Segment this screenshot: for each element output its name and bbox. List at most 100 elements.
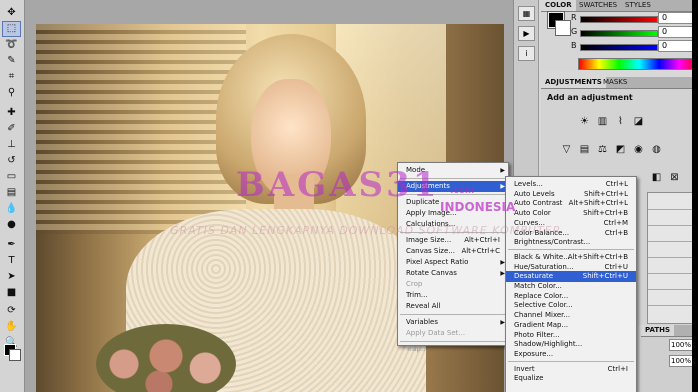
menu-item-pixel-aspect-ratio[interactable]: Pixel Aspect Ratio ▶ (398, 257, 508, 268)
vibrance-icon[interactable]: ▽ (559, 143, 574, 157)
preset-row (648, 257, 698, 258)
menu-item-equalize[interactable]: Equalize (506, 373, 636, 384)
eyedropper-tool-icon[interactable]: ⚲ (3, 86, 20, 100)
tab-masks[interactable]: MASKS (599, 77, 631, 88)
tab-swatches[interactable]: SWATCHES (575, 0, 621, 11)
curves-icon[interactable]: ⌇ (613, 115, 628, 129)
move-tool-icon[interactable]: ✥ (3, 6, 20, 20)
threshold-icon[interactable]: ◧ (649, 171, 664, 185)
quick-selection-tool-icon[interactable]: ✎ (3, 54, 20, 68)
pen-tool-icon[interactable]: ✒ (3, 238, 20, 252)
menu-item-canvas-size[interactable]: Canvas Size... Alt+Ctrl+C (398, 246, 508, 257)
background-color-swatch[interactable] (9, 349, 21, 361)
photoshop-window: ✥ ⬚ ➰ ✎ ⌗ ⚲ ✚ ✐ ⊥ ↺ ▭ ▤ 💧 ● ✒ T ➤ ■ ⟳ ✋ … (0, 0, 698, 392)
menu-item-label: Variables (406, 318, 438, 326)
color-panel-tabs: COLOR SWATCHES STYLES (541, 0, 698, 12)
menu-item-apply-data-set: Apply Data Set... (398, 328, 508, 339)
healing-brush-tool-icon[interactable]: ✚ (3, 106, 20, 120)
slider-value-field[interactable]: 0 (658, 40, 693, 52)
watermark-country: INDONESIA (440, 200, 516, 214)
menu-item-shortcut: Alt+Ctrl+C (461, 247, 500, 255)
marquee-tool-icon[interactable]: ⬚ (2, 21, 21, 37)
menu-item-label: Trim... (406, 291, 428, 299)
menu-item-label: Trap... (406, 345, 428, 353)
menu-item-label: Apply Data Set... (406, 329, 466, 337)
color-balance-icon[interactable]: ⚖ (595, 143, 610, 157)
preset-row (648, 305, 698, 306)
levels-icon[interactable]: ▥ (595, 115, 610, 129)
menu-item-label: Brightness/Contrast... (514, 238, 591, 247)
clone-stamp-tool-icon[interactable]: ⊥ (3, 138, 20, 152)
crop-tool-icon[interactable]: ⌗ (3, 70, 20, 84)
3d-rotate-tool-icon[interactable]: ⟳ (3, 304, 20, 318)
blur-tool-icon[interactable]: 💧 (3, 202, 20, 216)
tab-paths[interactable]: PATHS (641, 325, 675, 336)
channel-mixer-icon[interactable]: ◍ (649, 143, 664, 157)
preset-row (648, 209, 698, 210)
type-tool-icon[interactable]: T (3, 254, 20, 268)
color-panel-background-swatch[interactable] (555, 20, 571, 36)
brightness-contrast-icon[interactable]: ☀ (577, 115, 592, 129)
slider-value-field[interactable]: 0 (658, 12, 693, 24)
menu-item-label: Rotate Canvas (406, 269, 457, 277)
menu-item-brightness-contrast[interactable]: Brightness/Contrast... (506, 237, 636, 248)
color-spectrum-bar[interactable] (578, 58, 698, 70)
hue-saturation-icon[interactable]: ▤ (577, 143, 592, 157)
color-slider-g[interactable]: G0 (571, 26, 696, 38)
preset-row (648, 289, 698, 290)
menu-separator (508, 360, 634, 362)
slider-track[interactable] (580, 44, 658, 51)
window-blinds (36, 24, 246, 234)
path-selection-tool-icon[interactable]: ➤ (3, 270, 20, 284)
history-panel-icon[interactable]: ▦ (518, 6, 535, 21)
menu-item-label: Pixel Aspect Ratio (406, 258, 469, 266)
adjustments-panel-tabs: ADJUSTMENTS MASKS (541, 77, 698, 89)
slider-value-field[interactable]: 0 (658, 26, 693, 38)
menu-separator (508, 248, 634, 250)
selective-color-icon[interactable]: ⊠ (667, 171, 682, 185)
menu-item-trap: Trap... (398, 344, 508, 355)
brush-tool-icon[interactable]: ✐ (3, 122, 20, 136)
slider-label: R (571, 13, 577, 22)
menu-item-trim[interactable]: Trim... (398, 290, 508, 301)
layers-panel: PATHS 100% 100% (641, 325, 698, 392)
preset-row (648, 241, 698, 242)
black-white-icon[interactable]: ◩ (613, 143, 628, 157)
exposure-icon[interactable]: ◪ (631, 115, 646, 129)
dodge-tool-icon[interactable]: ● (3, 218, 20, 232)
color-slider-b[interactable]: B0 (571, 40, 696, 52)
menu-item-label: Reveal All (406, 302, 441, 310)
photo-filter-icon[interactable]: ◉ (631, 143, 646, 157)
info-panel-icon[interactable]: i (518, 46, 535, 61)
menu-separator (400, 314, 506, 315)
slider-track[interactable] (580, 30, 658, 37)
color-slider-r[interactable]: R0 (571, 12, 696, 24)
adjustments-submenu: Levels... Ctrl+L Auto Levels Shift+Ctrl+L Au… (505, 176, 637, 392)
menu-item-variables[interactable]: Variables ▶ (398, 317, 508, 328)
tab-adjustments[interactable]: ADJUSTMENTS (541, 77, 606, 88)
menu-item-rotate-canvas[interactable]: Rotate Canvas ▶ (398, 268, 508, 279)
toolbox: ✥ ⬚ ➰ ✎ ⌗ ⚲ ✚ ✐ ⊥ ↺ ▭ ▤ 💧 ● ✒ T ➤ ■ ⟳ ✋ … (0, 0, 25, 392)
slider-track[interactable] (580, 16, 658, 23)
adjustment-presets-list[interactable] (647, 192, 698, 324)
menu-item-crop: Crop (398, 279, 508, 290)
menu-item-label: Canvas Size... (406, 247, 455, 255)
gradient-tool-icon[interactable]: ▤ (3, 186, 20, 200)
shape-tool-icon[interactable]: ■ (3, 286, 20, 300)
lasso-tool-icon[interactable]: ➰ (3, 38, 20, 52)
preset-row (648, 225, 698, 226)
tab-color[interactable]: COLOR (541, 0, 576, 11)
menu-item-label: Exposure... (514, 349, 554, 358)
slider-label: B (571, 41, 577, 50)
hand-tool-icon[interactable]: ✋ (3, 320, 20, 334)
eraser-tool-icon[interactable]: ▭ (3, 170, 20, 184)
menu-separator (400, 341, 506, 342)
watermark-domain: .com (450, 186, 475, 196)
history-brush-tool-icon[interactable]: ↺ (3, 154, 20, 168)
menu-item-exposure[interactable]: Exposure... (506, 349, 636, 360)
watermark-logo: BAGAS31 (236, 165, 440, 205)
tab-styles[interactable]: STYLES (621, 0, 655, 11)
actions-panel-icon[interactable]: ▶ (518, 26, 535, 41)
menu-item-reveal-all[interactable]: Reveal All (398, 301, 508, 312)
add-adjustment-label: Add an adjustment (547, 93, 633, 102)
